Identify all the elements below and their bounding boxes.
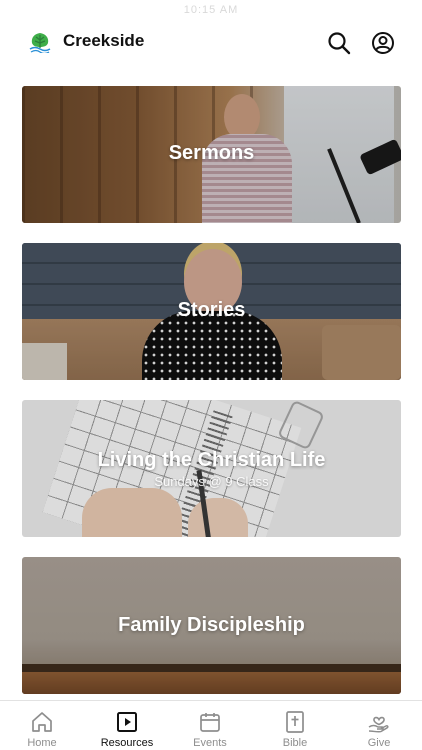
tab-give[interactable]: Give xyxy=(337,701,421,750)
profile-button[interactable] xyxy=(370,30,396,56)
bible-cross-icon xyxy=(286,711,304,733)
tree-logo-icon xyxy=(28,31,52,55)
card-title: Living the Christian Life xyxy=(97,449,326,471)
app-title: Creekside xyxy=(63,31,145,50)
card-title: Stories xyxy=(177,299,246,321)
tab-events[interactable]: Events xyxy=(168,701,252,750)
heart-hand-icon xyxy=(368,716,389,733)
play-square-icon xyxy=(117,712,137,732)
tab-bar: Home Resources Events Bible Give xyxy=(0,700,422,750)
tab-label: Give xyxy=(367,737,391,749)
search-button[interactable] xyxy=(326,30,352,56)
card-living-christian-life[interactable]: Living the Christian Life Sundays @ 9 Cl… xyxy=(22,400,401,537)
app-header: Creekside xyxy=(0,0,422,86)
tab-label: Home xyxy=(27,737,57,749)
card-title: Sermons xyxy=(168,142,255,164)
tab-resources[interactable]: Resources xyxy=(85,701,169,750)
tab-label: Events xyxy=(193,737,227,749)
card-title: Family Discipleship xyxy=(118,614,305,636)
profile-icon xyxy=(372,32,394,54)
card-subtitle: Sundays @ 9 Class xyxy=(154,474,269,489)
tab-bible[interactable]: Bible xyxy=(253,701,337,750)
tab-label: Resources xyxy=(100,737,154,749)
resources-feed: Sermons Stories Living the Christian Lif… xyxy=(22,86,401,714)
tab-home[interactable]: Home xyxy=(0,701,84,750)
search-icon xyxy=(328,32,351,55)
calendar-icon xyxy=(200,713,220,732)
home-icon xyxy=(32,712,52,732)
card-stories[interactable]: Stories xyxy=(22,243,401,380)
tab-label: Bible xyxy=(282,737,308,749)
card-family-discipleship[interactable]: Family Discipleship xyxy=(22,557,401,694)
card-sermons[interactable]: Sermons xyxy=(22,86,401,223)
